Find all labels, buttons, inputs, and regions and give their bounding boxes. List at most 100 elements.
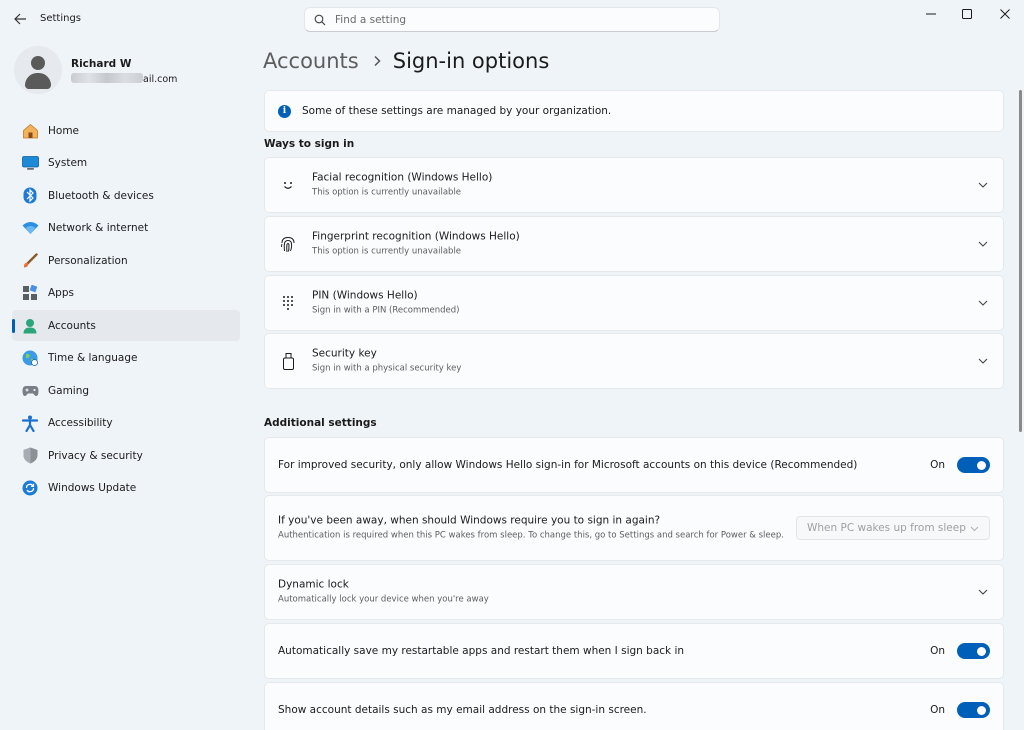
sidebar-item-accounts[interactable]: Accounts xyxy=(12,310,240,341)
away-sign-in-row: If you've been away, when should Windows… xyxy=(264,495,1004,561)
brush-icon xyxy=(21,252,39,270)
sidebar-item-network[interactable]: Network & internet xyxy=(12,213,240,244)
facial-recognition-row[interactable]: Facial recognition (Windows Hello) This … xyxy=(264,157,1004,213)
user-email: ail.com xyxy=(71,73,177,85)
sidebar-item-bluetooth[interactable]: Bluetooth & devices xyxy=(12,180,240,211)
back-button[interactable] xyxy=(8,8,32,30)
chevron-down-icon xyxy=(970,523,979,535)
sidebar-item-system[interactable]: System xyxy=(12,148,240,179)
accounts-icon xyxy=(21,317,39,335)
row-subtitle: This option is currently unavailable xyxy=(312,187,462,198)
sidebar-item-label: Windows Update xyxy=(48,482,137,494)
sidebar-item-label: Accessibility xyxy=(48,417,113,429)
apps-icon xyxy=(21,284,39,302)
scrollbar[interactable] xyxy=(1019,90,1022,432)
hello-only-row: For improved security, only allow Window… xyxy=(264,437,1004,493)
gamepad-icon xyxy=(21,382,39,400)
shield-icon xyxy=(21,447,39,465)
row-subtitle: Sign in with a PIN (Recommended) xyxy=(312,305,460,316)
row-subtitle: This option is currently unavailable xyxy=(312,246,462,257)
security-key-row[interactable]: Security key Sign in with a physical sec… xyxy=(264,333,1004,389)
sidebar-item-accessibility[interactable]: Accessibility xyxy=(12,408,240,439)
network-icon xyxy=(21,219,39,237)
sidebar-item-time-language[interactable]: Time & language xyxy=(12,343,240,374)
away-sign-in-dropdown[interactable]: When PC wakes up from sleep xyxy=(796,516,990,540)
sidebar-item-label: Accounts xyxy=(48,319,96,332)
sidebar-item-label: Bluetooth & devices xyxy=(48,189,154,202)
title-bar: Settings xyxy=(0,0,1024,40)
face-icon xyxy=(278,175,298,195)
system-icon xyxy=(21,154,39,172)
row-title: Automatically save my restartable apps a… xyxy=(278,645,685,657)
pin-row[interactable]: PIN (Windows Hello) Sign in with a PIN (… xyxy=(264,275,1004,331)
info-banner-text: Some of these settings are managed by yo… xyxy=(302,105,612,117)
search-input[interactable] xyxy=(335,13,719,26)
page-title: Sign-in options xyxy=(392,49,550,73)
sidebar-item-label: Gaming xyxy=(48,384,90,397)
row-title: If you've been away, when should Windows… xyxy=(278,514,661,527)
sidebar-item-label: Personalization xyxy=(48,254,128,267)
chevron-down-icon xyxy=(975,584,991,600)
row-subtitle: Authentication is required when this PC … xyxy=(278,530,784,541)
dropdown-value: When PC wakes up from sleep xyxy=(807,522,966,534)
restart-apps-row: Automatically save my restartable apps a… xyxy=(264,623,1004,679)
row-title: Security key xyxy=(312,347,377,360)
sidebar-item-gaming[interactable]: Gaming xyxy=(12,375,240,406)
restart-apps-toggle[interactable] xyxy=(957,643,990,659)
close-button[interactable] xyxy=(982,0,1024,28)
breadcrumb: Accounts Sign-in options xyxy=(263,44,549,78)
toggle-state-label: On xyxy=(930,645,945,657)
row-title: For improved security, only allow Window… xyxy=(278,459,858,471)
account-details-toggle[interactable] xyxy=(957,702,990,718)
sidebar-item-privacy-security[interactable]: Privacy & security xyxy=(12,440,240,471)
usb-key-icon xyxy=(278,351,298,371)
hello-only-toggle[interactable] xyxy=(957,457,990,473)
sidebar-nav: Home System Bluetooth & devices Network … xyxy=(12,115,240,505)
app-title: Settings xyxy=(40,13,82,24)
account-details-row: Show account details such as my email ad… xyxy=(264,682,1004,730)
close-icon xyxy=(1000,9,1010,19)
sidebar-item-apps[interactable]: Apps xyxy=(12,278,240,309)
section-title-ways-to-sign-in: Ways to sign in xyxy=(264,138,355,150)
row-subtitle: Automatically lock your device when you'… xyxy=(278,594,489,605)
fingerprint-recognition-row[interactable]: Fingerprint recognition (Windows Hello) … xyxy=(264,216,1004,272)
bluetooth-icon xyxy=(21,187,39,205)
redacted-email-blur xyxy=(71,73,143,83)
row-subtitle: Sign in with a physical security key xyxy=(312,363,462,374)
chevron-right-icon xyxy=(373,55,381,67)
chevron-down-icon xyxy=(975,295,991,311)
row-title: Dynamic lock xyxy=(278,578,349,591)
user-name: Richard W xyxy=(71,58,132,70)
info-banner: i Some of these settings are managed by … xyxy=(264,90,1004,132)
chevron-down-icon xyxy=(975,177,991,193)
search-icon xyxy=(305,14,335,26)
section-title-additional-settings: Additional settings xyxy=(264,417,377,429)
minimize-icon xyxy=(926,13,936,15)
pin-keypad-icon xyxy=(278,293,298,313)
sidebar-item-home[interactable]: Home xyxy=(12,115,240,146)
sidebar-item-label: Privacy & security xyxy=(48,449,143,462)
row-title: Fingerprint recognition (Windows Hello) xyxy=(312,230,520,243)
row-title: Show account details such as my email ad… xyxy=(278,704,647,716)
maximize-icon xyxy=(962,9,972,19)
search-box[interactable] xyxy=(304,7,720,32)
update-icon xyxy=(21,479,39,497)
avatar xyxy=(14,46,62,94)
back-arrow-icon xyxy=(13,13,26,25)
toggle-state-label: On xyxy=(930,704,945,716)
sidebar-item-label: Apps xyxy=(48,287,74,299)
chevron-down-icon xyxy=(975,353,991,369)
row-title: PIN (Windows Hello) xyxy=(312,289,418,302)
dynamic-lock-row[interactable]: Dynamic lock Automatically lock your dev… xyxy=(264,564,1004,620)
toggle-state-label: On xyxy=(930,459,945,471)
breadcrumb-parent-link[interactable]: Accounts xyxy=(263,49,359,73)
sidebar-item-label: System xyxy=(48,157,88,169)
fingerprint-icon xyxy=(278,234,298,254)
sidebar-item-label: Time & language xyxy=(48,352,138,364)
home-icon xyxy=(21,122,39,140)
chevron-down-icon xyxy=(975,236,991,252)
sidebar-item-personalization[interactable]: Personalization xyxy=(12,245,240,276)
sidebar-item-windows-update[interactable]: Windows Update xyxy=(12,473,240,504)
info-icon: i xyxy=(278,104,291,118)
sidebar-item-label: Home xyxy=(48,124,80,137)
